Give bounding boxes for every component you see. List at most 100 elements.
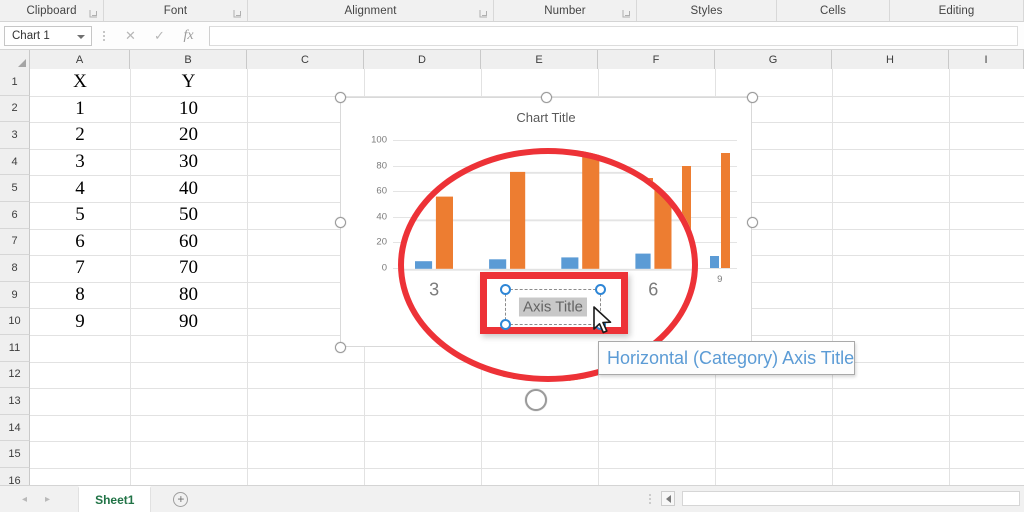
name-box[interactable]: Chart 1	[4, 25, 92, 46]
chart-handle-middle-left[interactable]	[334, 216, 346, 228]
bar-series2-6[interactable]	[655, 148, 672, 269]
row-header-3[interactable]: 3	[0, 122, 30, 149]
formula-input[interactable]	[209, 25, 1018, 46]
cell-A10[interactable]: 9	[30, 308, 130, 335]
cell-B9[interactable]: 80	[130, 282, 247, 309]
cell-B8[interactable]: 70	[130, 255, 247, 282]
bar-series1-6[interactable]	[634, 254, 652, 269]
cell-B10[interactable]: 90	[130, 308, 247, 335]
axis-title-selection-box[interactable]: Axis Title	[500, 284, 606, 330]
chart-handle-bottom-left[interactable]	[334, 341, 346, 353]
column-header-I[interactable]: I	[949, 50, 1024, 69]
cell-A8[interactable]: 7	[30, 255, 130, 282]
cell-A5[interactable]: 4	[30, 175, 130, 202]
legend-swatch-icon	[416, 374, 434, 382]
y-gridline	[393, 140, 737, 141]
row-header-7[interactable]: 7	[0, 228, 30, 256]
column-header-C[interactable]: C	[247, 50, 364, 69]
confirm-icon[interactable]: ✓	[145, 26, 174, 46]
dialog-launcher-icon[interactable]	[233, 5, 242, 18]
chart-handle-bottom-center[interactable]	[525, 389, 547, 411]
row-header-12[interactable]: 12	[0, 361, 30, 389]
dialog-launcher-icon[interactable]	[479, 5, 488, 18]
cell-B3[interactable]: 20	[130, 122, 247, 149]
cell-A6[interactable]: 5	[30, 202, 130, 229]
row-header-5[interactable]: 5	[0, 175, 30, 202]
add-sheet-button[interactable]: +	[173, 491, 189, 507]
cell-B6[interactable]: 50	[130, 202, 247, 229]
column-header-D[interactable]: D	[364, 50, 481, 69]
row-header-13[interactable]: 13	[0, 388, 30, 415]
ribbon-group-cells: Cells	[777, 0, 890, 21]
column-header-E[interactable]: E	[481, 50, 598, 69]
row-header-15[interactable]: 15	[0, 441, 30, 468]
dialog-launcher-icon[interactable]	[89, 5, 98, 18]
row-header-8[interactable]: 8	[0, 255, 30, 282]
chevron-down-icon[interactable]	[77, 34, 85, 39]
sheet-prev-icon[interactable]: ◂	[22, 494, 27, 505]
cell-B7[interactable]: 60	[130, 229, 247, 256]
bar-series2-4[interactable]	[509, 171, 526, 269]
select-all-button[interactable]	[0, 50, 30, 69]
axis-title-handle-top-left[interactable]	[500, 284, 511, 295]
row-header-9[interactable]: 9	[0, 281, 30, 309]
y-axis-tick-label: 80	[376, 160, 387, 172]
bar-series1-9[interactable]	[710, 256, 719, 268]
column-header-G[interactable]: G	[715, 50, 832, 69]
row-header-6[interactable]: 6	[0, 202, 30, 229]
bar-series2-9[interactable]	[720, 152, 730, 268]
chart-handle-top-left[interactable]	[334, 91, 346, 103]
sheet-nav-arrows: ◂ ▸	[22, 494, 50, 505]
chart-handle-top-right[interactable]	[746, 91, 758, 103]
cell-A3[interactable]: 2	[30, 122, 130, 149]
bar-series1-5[interactable]	[561, 256, 579, 269]
column-header-A[interactable]: A	[30, 50, 130, 69]
column-header-H[interactable]: H	[832, 50, 949, 69]
row-header-14[interactable]: 14	[0, 414, 30, 442]
sheet-tab-sheet1[interactable]: Sheet1	[78, 486, 152, 512]
row-header-11[interactable]: 11	[0, 335, 30, 362]
column-header-B[interactable]: B	[130, 50, 247, 69]
insert-function-icon[interactable]: fx	[174, 26, 203, 46]
row-header-10[interactable]: 10	[0, 308, 30, 335]
formula-bar: Chart 1 ✕ ✓ fx	[0, 22, 1024, 50]
dialog-launcher-icon[interactable]	[622, 5, 631, 18]
scroll-track[interactable]	[682, 491, 1020, 506]
chart-title[interactable]: Chart Title	[341, 110, 751, 125]
grid-line-horizontal	[30, 468, 1024, 469]
cell-A2[interactable]: 1	[30, 96, 130, 123]
bar-series1-3[interactable]	[415, 261, 433, 269]
axis-title-text[interactable]: Axis Title	[518, 297, 588, 317]
row-header-1[interactable]: 1	[0, 69, 30, 96]
row-header-2[interactable]: 2	[0, 95, 30, 123]
cell-B1[interactable]: Y	[130, 69, 247, 96]
row-header-4[interactable]: 4	[0, 148, 30, 176]
chart-handle-middle-right[interactable]	[746, 216, 758, 228]
chart-handle-top-center[interactable]	[540, 91, 552, 103]
cancel-icon[interactable]: ✕	[116, 26, 145, 46]
formula-bar-grip	[99, 26, 109, 46]
grid-line-vertical	[247, 69, 248, 485]
legend-item-series1[interactable]: Series1	[416, 371, 520, 382]
axis-title-handle-bottom-left[interactable]	[500, 319, 511, 330]
row-header-16[interactable]: 16	[0, 468, 30, 485]
scroll-left-button[interactable]	[661, 491, 675, 506]
bar-series2-5[interactable]	[582, 148, 599, 269]
cell-A9[interactable]: 8	[30, 282, 130, 309]
formula-bar-buttons: ✕ ✓ fx	[116, 26, 203, 46]
name-box-value: Chart 1	[12, 29, 50, 42]
sheet-next-icon[interactable]: ▸	[45, 494, 50, 505]
axis-title-handle-top-right[interactable]	[595, 284, 606, 295]
horizontal-scrollbar[interactable]	[646, 491, 1020, 506]
column-header-F[interactable]: F	[598, 50, 715, 69]
cell-B4[interactable]: 30	[130, 149, 247, 176]
cell-B5[interactable]: 40	[130, 175, 247, 202]
bar-series2-3[interactable]	[436, 195, 453, 269]
cell-A4[interactable]: 3	[30, 149, 130, 176]
cell-A1[interactable]: X	[30, 69, 130, 96]
bar-series1-4[interactable]	[488, 259, 506, 269]
cell-B2[interactable]: 10	[130, 96, 247, 123]
ribbon-group-editing: Editing	[890, 0, 1024, 21]
scroll-left-icon	[665, 494, 671, 503]
cell-A7[interactable]: 6	[30, 229, 130, 256]
